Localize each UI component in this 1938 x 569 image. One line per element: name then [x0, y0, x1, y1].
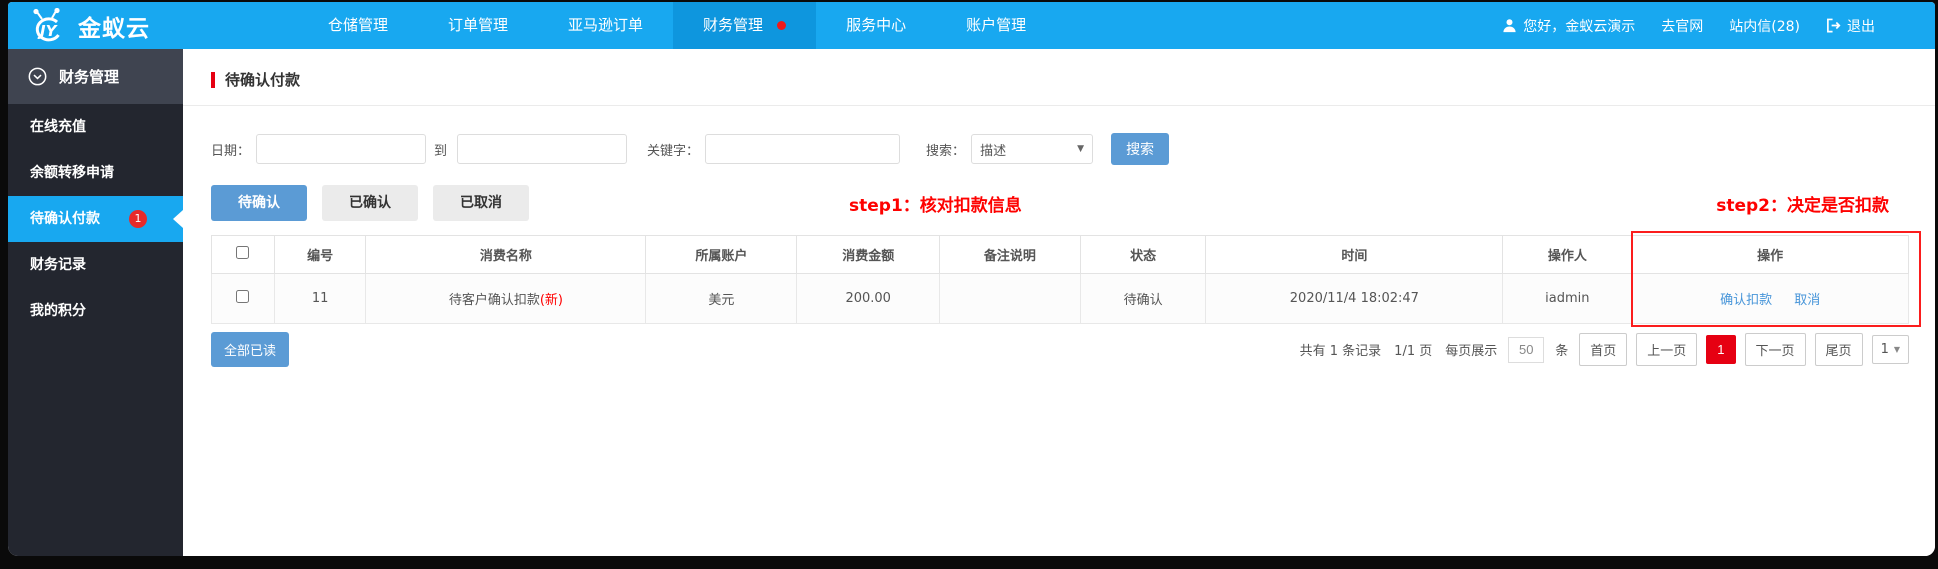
first-page-button[interactable]: 首页 — [1579, 333, 1627, 366]
page-count-text: 1/1 页 — [1394, 340, 1432, 359]
logo-ant-icon: JY — [26, 8, 72, 44]
col-operator: 操作人 — [1503, 236, 1632, 274]
cell-account: 美元 — [646, 274, 797, 324]
keyword-label: 关键字： — [647, 140, 699, 159]
official-site-link[interactable]: 去官网 — [1661, 16, 1703, 36]
col-time: 时间 — [1206, 236, 1503, 274]
tab-pending[interactable]: 待确认 — [211, 185, 307, 221]
tab-confirmed[interactable]: 已确认 — [322, 185, 418, 221]
step2-annotation: step2：决定是否扣款 — [1716, 191, 1889, 216]
cancel-link[interactable]: 取消 — [1794, 293, 1820, 308]
nav-item-account[interactable]: 账户管理 — [936, 2, 1056, 49]
col-remark: 备注说明 — [939, 236, 1080, 274]
search-button[interactable]: 搜索 — [1111, 133, 1169, 165]
sidebar-item-my-points[interactable]: 我的积分 — [8, 288, 183, 334]
table-footer: 全部已读 共有 1 条记录 1/1 页 每页展示 条 首页 上一页 1 下一页 … — [211, 332, 1909, 367]
user-greeting[interactable]: 您好，金蚁云演示 — [1502, 16, 1635, 36]
status-tabs: 待确认 已确认 已取消 step1：核对扣款信息 step2：决定是否扣款 — [211, 185, 1907, 221]
select-all-cell — [212, 236, 275, 274]
pagination: 共有 1 条记录 1/1 页 每页展示 条 首页 上一页 1 下一页 尾页 1 … — [1298, 333, 1909, 366]
user-icon — [1502, 18, 1517, 33]
select-all-checkbox[interactable] — [236, 246, 249, 259]
logo-text: 金蚁云 — [78, 9, 150, 43]
search-type-label: 搜索： — [926, 140, 965, 159]
confirm-deduction-link[interactable]: 确认扣款 — [1720, 293, 1772, 308]
new-flag: (新) — [540, 293, 563, 308]
svg-text:JY: JY — [37, 22, 59, 40]
sidebar-header: 财务管理 — [8, 49, 183, 104]
topbar: JY 金蚁云 仓储管理 订单管理 亚马逊订单 财务管理 服务中心 账户管理 您好… — [8, 2, 1935, 49]
col-amount: 消费金额 — [797, 236, 940, 274]
sidebar-item-pending-payment[interactable]: 待确认付款 1 — [8, 196, 183, 242]
per-page-unit: 条 — [1555, 340, 1568, 359]
logo: JY 金蚁云 — [8, 8, 198, 44]
page-title: 待确认付款 — [225, 69, 300, 90]
page-title-bar: 待确认付款 — [183, 49, 1935, 106]
logout-icon — [1826, 18, 1841, 33]
step1-annotation: step1：核对扣款信息 — [849, 191, 1022, 216]
logout-link[interactable]: 退出 — [1826, 16, 1875, 36]
prev-page-button[interactable]: 上一页 — [1636, 333, 1697, 366]
chevron-down-circle-icon — [28, 67, 47, 86]
topbar-right: 您好，金蚁云演示 去官网 站内信(28) 退出 — [1502, 16, 1935, 36]
keyword-input[interactable] — [705, 134, 900, 164]
next-page-button[interactable]: 下一页 — [1745, 333, 1806, 366]
date-from-input[interactable] — [256, 134, 426, 164]
mark-all-read-button[interactable]: 全部已读 — [211, 332, 289, 367]
row-select-cell — [212, 274, 275, 324]
nav-item-orders[interactable]: 订单管理 — [418, 2, 538, 49]
date-label: 日期： — [211, 140, 250, 159]
per-page-input[interactable] — [1508, 337, 1544, 363]
current-page-button[interactable]: 1 — [1706, 335, 1735, 364]
date-to-input[interactable] — [457, 134, 627, 164]
sidebar-item-finance-records[interactable]: 财务记录 — [8, 242, 183, 288]
payments-table-wrap: 编号 消费名称 所属账户 消费金额 备注说明 状态 时间 操作人 操作 — [211, 235, 1909, 324]
site-messages-link[interactable]: 站内信(28) — [1729, 16, 1800, 36]
sidebar: 财务管理 在线充值 余额转移申请 待确认付款 1 财务记录 我的积分 — [8, 49, 183, 556]
active-item-arrow-icon — [173, 210, 183, 228]
nav-item-warehouse[interactable]: 仓储管理 — [298, 2, 418, 49]
title-accent-bar — [211, 72, 215, 88]
cell-operator: iadmin — [1503, 274, 1632, 324]
cell-actions: 确认扣款 取消 — [1632, 274, 1909, 324]
sidebar-item-online-recharge[interactable]: 在线充值 — [8, 104, 183, 150]
record-count-text: 共有 1 条记录 — [1300, 340, 1382, 359]
cell-amount: 200.00 — [797, 274, 940, 324]
top-navigation: 仓储管理 订单管理 亚马逊订单 财务管理 服务中心 账户管理 — [298, 2, 1056, 49]
select-caret-icon: ▼ — [1077, 144, 1084, 154]
cell-time: 2020/11/4 18:02:47 — [1206, 274, 1503, 324]
col-account: 所属账户 — [646, 236, 797, 274]
filter-bar: 日期： 到 关键字： 搜索： 描述 ▼ 搜索 — [211, 133, 1935, 165]
col-id: 编号 — [274, 236, 366, 274]
page-select[interactable]: 1 ▼ — [1872, 335, 1909, 364]
tab-cancelled[interactable]: 已取消 — [433, 185, 529, 221]
per-page-label: 每页展示 — [1445, 340, 1497, 359]
nav-item-amazon-orders[interactable]: 亚马逊订单 — [538, 2, 673, 49]
last-page-button[interactable]: 尾页 — [1815, 333, 1863, 366]
row-checkbox[interactable] — [236, 290, 249, 303]
notification-dot-icon — [777, 21, 786, 30]
payments-table: 编号 消费名称 所属账户 消费金额 备注说明 状态 时间 操作人 操作 — [211, 235, 1909, 324]
sidebar-item-balance-transfer[interactable]: 余额转移申请 — [8, 150, 183, 196]
nav-item-service-center[interactable]: 服务中心 — [816, 2, 936, 49]
col-name: 消费名称 — [366, 236, 646, 274]
cell-status: 待确认 — [1080, 274, 1206, 324]
unread-count-badge: 1 — [129, 210, 147, 228]
page-select-caret-icon: ▼ — [1894, 345, 1900, 354]
cell-id: 11 — [274, 274, 366, 324]
table-row: 11 待客户确认扣款(新) 美元 200.00 待确认 2020/11/4 18… — [212, 274, 1909, 324]
table-header-row: 编号 消费名称 所属账户 消费金额 备注说明 状态 时间 操作人 操作 — [212, 236, 1909, 274]
date-to-label: 到 — [434, 140, 447, 159]
cell-remark — [939, 274, 1080, 324]
col-status: 状态 — [1080, 236, 1206, 274]
app-window: JY 金蚁云 仓储管理 订单管理 亚马逊订单 财务管理 服务中心 账户管理 您好… — [8, 2, 1935, 556]
col-actions: 操作 — [1632, 236, 1909, 274]
nav-item-finance[interactable]: 财务管理 — [673, 2, 816, 49]
search-type-select[interactable]: 描述 ▼ — [971, 134, 1093, 164]
main-content: 待确认付款 日期： 到 关键字： 搜索： 描述 ▼ 搜索 待确认 已确认 已取消 — [183, 49, 1935, 556]
cell-name: 待客户确认扣款(新) — [366, 274, 646, 324]
